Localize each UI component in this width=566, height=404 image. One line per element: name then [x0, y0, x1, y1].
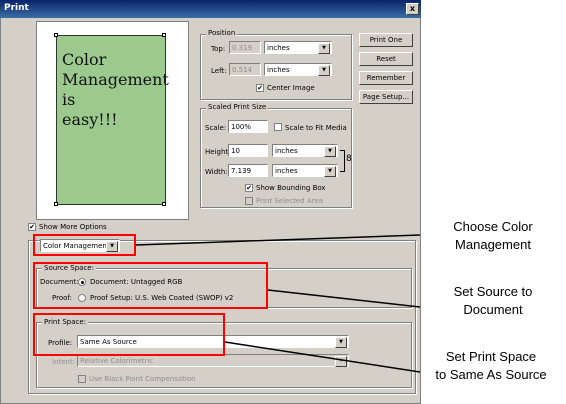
callout-choose-color-management: Choose Color Management [422, 218, 564, 254]
callout-set-print-space: Set Print Space to Same As Source [416, 348, 566, 384]
callout-line-text: Set Source to [453, 284, 533, 299]
callout-line-3 [224, 341, 421, 373]
callout-line-text: Management [455, 237, 531, 252]
callout-line-text: Document [463, 302, 523, 317]
callout-line-2 [267, 289, 421, 308]
callout-set-source: Set Source to Document [422, 283, 564, 319]
callout-line-1 [135, 234, 421, 246]
callout-lines [135, 234, 421, 373]
callout-line-text: Set Print Space [445, 349, 537, 364]
callout-line-text: Choose Color [453, 219, 533, 234]
callout-line-text: to Same As Source [435, 367, 547, 382]
